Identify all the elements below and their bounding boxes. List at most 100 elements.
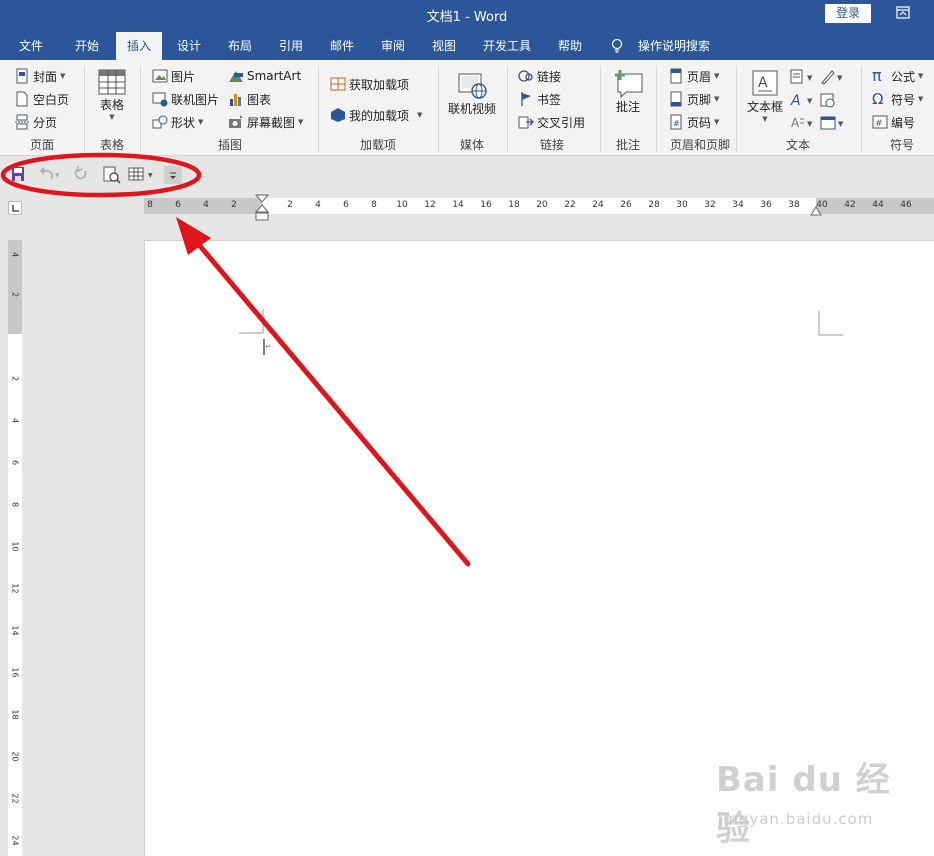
cover-page-button[interactable]: 封面 ▼ [14, 66, 65, 86]
cover-page-label: 封面 [33, 69, 58, 84]
undo-icon[interactable]: ▼ [38, 166, 62, 184]
my-addins-label: 我的加载项 [349, 108, 410, 123]
screenshot-button[interactable]: 屏幕截图 ▼ [228, 112, 303, 132]
signature-line-icon[interactable]: ▼ [820, 69, 846, 85]
online-video-button[interactable]: 联机视频 [444, 70, 500, 117]
tab-developer[interactable]: 开发工具 [476, 32, 538, 60]
chart-icon [228, 91, 244, 107]
header-button[interactable]: 页眉 ▼ [668, 66, 719, 86]
save-icon[interactable] [11, 166, 25, 184]
table-label: 表格 [99, 98, 124, 112]
ruler-number: 32 [704, 200, 716, 210]
customize-qat-button[interactable] [164, 166, 182, 184]
ruler-number: 24 [10, 835, 20, 846]
shapes-button[interactable]: 形状 ▼ [152, 112, 203, 132]
right-indent-marker[interactable] [810, 206, 822, 216]
chart-label: 图表 [247, 92, 272, 107]
blank-page-button[interactable]: 空白页 [14, 89, 69, 109]
ruler-number: 6 [10, 459, 20, 466]
separator [656, 66, 657, 152]
textbox-icon: A [752, 70, 778, 96]
tab-insert[interactable]: 插入 [116, 32, 162, 60]
ruler-number: 2 [10, 375, 20, 382]
tab-view[interactable]: 视图 [423, 32, 465, 60]
svg-text:#: # [673, 119, 680, 128]
tab-help[interactable]: 帮助 [549, 32, 591, 60]
tables-group-label: 表格 [99, 138, 124, 152]
lightbulb-icon [611, 38, 623, 53]
new-comment-button[interactable]: 批注 [608, 68, 648, 115]
online-picture-button[interactable]: 联机图片 [152, 89, 219, 109]
date-time-icon[interactable] [820, 92, 846, 108]
ruler-number: 4 [203, 200, 209, 210]
equation-button[interactable]: π 公式 ▼ [872, 66, 923, 86]
separator [861, 66, 862, 152]
tell-me-search[interactable]: 操作说明搜索 [632, 32, 716, 60]
smartart-button[interactable]: SmartArt [228, 66, 301, 86]
drop-cap-icon[interactable]: A ▼ [790, 115, 816, 131]
quick-parts-icon[interactable]: ▼ [790, 69, 816, 85]
cross-reference-button[interactable]: 交叉引用 [518, 112, 585, 132]
tab-file[interactable]: 文件 [10, 32, 52, 60]
chart-button[interactable]: 图表 [228, 89, 271, 109]
shapes-label: 形状 [171, 115, 196, 130]
ruler-number: 2 [287, 200, 293, 210]
redo-icon[interactable] [72, 166, 90, 184]
separator [736, 66, 737, 152]
screenshot-label: 屏幕截图 [247, 115, 296, 130]
tab-selector[interactable] [8, 201, 22, 215]
ribbon-display-options-button[interactable] [890, 4, 916, 23]
ruler-number: 14 [10, 625, 20, 636]
watermark-logo: Bai du 经验 [716, 760, 891, 849]
online-video-label: 联机视频 [447, 102, 496, 116]
tab-home[interactable]: 开始 [66, 32, 108, 60]
tab-mailings[interactable]: 邮件 [321, 32, 363, 60]
picture-button[interactable]: 图片 [152, 66, 195, 86]
indent-markers[interactable] [255, 194, 269, 222]
tab-layout[interactable]: 布局 [219, 32, 261, 60]
ribbon-tab-bar: 文件 开始 插入 设计 布局 引用 邮件 审阅 视图 开发工具 帮助 操作说明搜… [0, 32, 934, 60]
symbol-button[interactable]: Ω 符号 ▼ [872, 89, 923, 109]
get-addins-button[interactable]: 获取加载项 [330, 74, 409, 94]
ruler-number: 36 [760, 200, 772, 210]
object-icon[interactable]: ▼ [820, 115, 846, 131]
blank-page-icon [14, 91, 30, 107]
ruler-number: 44 [872, 200, 884, 210]
page-number-label: 页码 [687, 115, 712, 130]
footer-label: 页脚 [687, 92, 712, 107]
insert-table-icon[interactable]: ▼ [128, 166, 156, 184]
tab-review[interactable]: 审阅 [372, 32, 414, 60]
footer-button[interactable]: 页脚 ▼ [668, 89, 719, 109]
tab-references[interactable]: 引用 [270, 32, 312, 60]
new-comment-label: 批注 [615, 100, 640, 114]
svg-text:▼: ▼ [807, 120, 813, 128]
print-preview-icon[interactable] [103, 166, 121, 184]
ruler-number: 2 [231, 200, 237, 210]
title-bar: 文档1 - Word 登录 [0, 0, 934, 32]
svg-text:▼: ▼ [148, 172, 153, 179]
link-button[interactable]: 链接 [518, 66, 561, 86]
table-button[interactable]: 表格 ▼ [92, 68, 132, 121]
horizontal-ruler-row: 8 6 4 2 2 4 6 8 10 12 14 16 18 20 22 24 … [0, 194, 934, 222]
left-tab-icon [12, 205, 19, 212]
addins-group-label: 加载项 [359, 138, 396, 152]
wordart-icon[interactable]: A ▼ [790, 92, 816, 108]
vertical-ruler[interactable]: 4 2 2 4 6 8 10 12 14 16 18 20 22 24 [8, 240, 22, 856]
page-number-button[interactable]: # 页码 ▼ [668, 112, 719, 132]
number-button[interactable]: # 编号 [872, 112, 915, 132]
omega-icon: Ω [872, 90, 884, 108]
my-addins-button[interactable]: 我的加载项 ▼ [330, 105, 422, 125]
tab-design[interactable]: 设计 [168, 32, 210, 60]
textbox-button[interactable]: A 文本框 ▼ [744, 68, 786, 123]
ruler-number: 30 [676, 200, 688, 210]
page-break-button[interactable]: 分页 [14, 112, 57, 132]
comments-group-label: 批注 [615, 138, 640, 152]
online-picture-icon [152, 91, 168, 107]
online-picture-label: 联机图片 [171, 92, 220, 107]
text-group-label: 文本 [785, 138, 810, 152]
smartart-label: SmartArt [247, 69, 302, 83]
pi-icon: π [872, 66, 882, 85]
bookmark-button[interactable]: 书签 [518, 89, 561, 109]
separator [438, 66, 439, 152]
login-button[interactable]: 登录 [825, 4, 871, 23]
